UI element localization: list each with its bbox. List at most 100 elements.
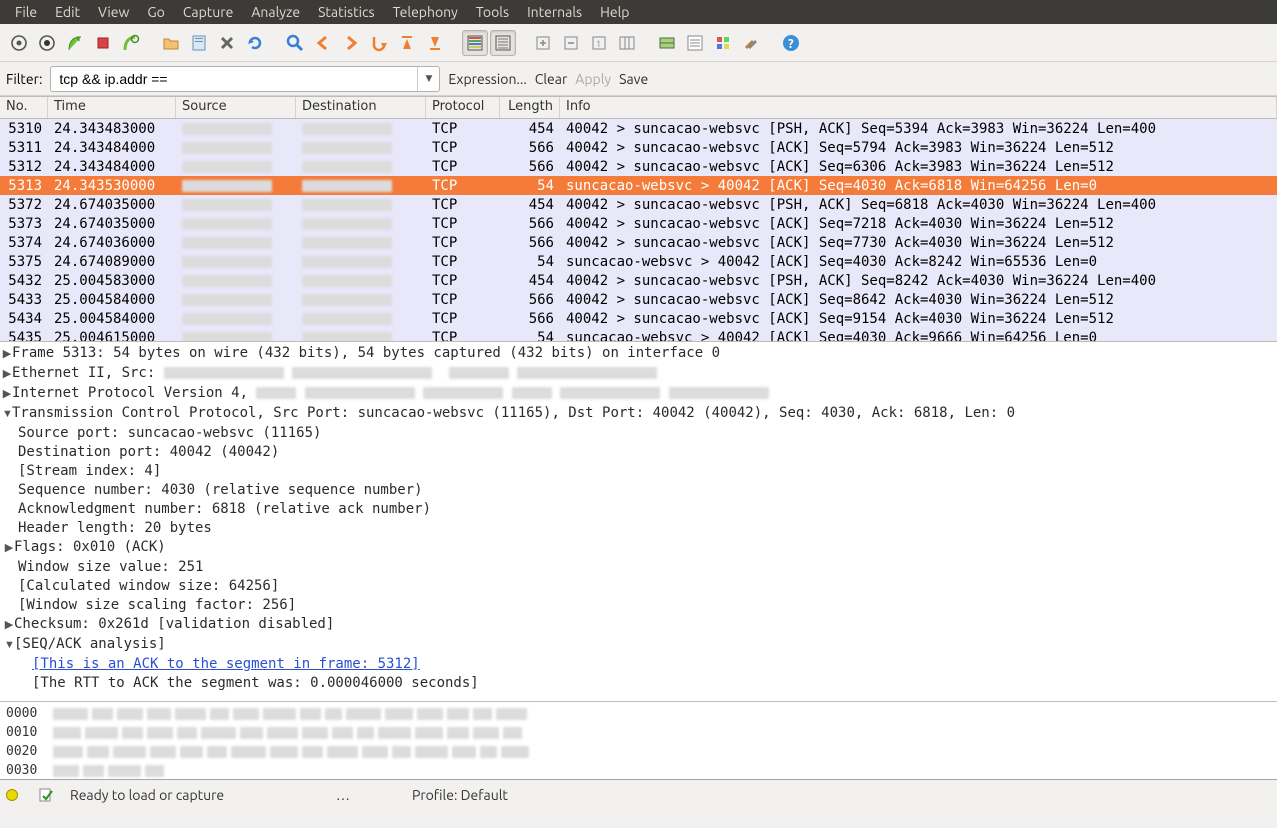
packet-list-pane: No. Time Source Destination Protocol Len… — [0, 96, 1277, 342]
menu-analyze[interactable]: Analyze — [242, 2, 309, 22]
menu-help[interactable]: Help — [591, 2, 638, 22]
filter-combo[interactable]: ▼ — [50, 66, 440, 92]
tree-detail[interactable]: [Stream index: 4] — [0, 462, 1277, 481]
auto-scroll-icon[interactable] — [490, 30, 516, 56]
zoom-reset-icon[interactable]: 1 — [586, 30, 612, 56]
tree-detail[interactable]: Destination port: 40042 (40042) — [0, 443, 1277, 462]
go-back-icon[interactable] — [310, 30, 336, 56]
tree-tcp[interactable]: ▼Transmission Control Protocol, Src Port… — [0, 404, 1277, 424]
packet-row[interactable]: 537324.674035000TCP56640042 > suncacao-w… — [0, 214, 1277, 233]
column-source[interactable]: Source — [176, 97, 296, 118]
tree-detail[interactable]: [Window size scaling factor: 256] — [0, 596, 1277, 615]
packet-row[interactable]: 531224.343484000TCP56640042 > suncacao-w… — [0, 157, 1277, 176]
column-info[interactable]: Info — [560, 97, 1277, 118]
column-no[interactable]: No. — [0, 97, 48, 118]
tree-detail[interactable]: [Calculated window size: 64256] — [0, 577, 1277, 596]
packet-row[interactable]: 537424.674036000TCP56640042 > suncacao-w… — [0, 233, 1277, 252]
capture-interfaces-icon[interactable] — [34, 30, 60, 56]
tree-detail[interactable]: Header length: 20 bytes — [0, 519, 1277, 538]
column-destination[interactable]: Destination — [296, 97, 426, 118]
menu-go[interactable]: Go — [138, 2, 173, 22]
bytes-line[interactable]: 0020 — [6, 742, 1271, 761]
column-protocol[interactable]: Protocol — [426, 97, 500, 118]
preferences-icon[interactable] — [738, 30, 764, 56]
filter-dropdown-button[interactable]: ▼ — [417, 67, 439, 91]
last-packet-icon[interactable] — [422, 30, 448, 56]
filter-label: Filter: — [6, 71, 42, 87]
packet-list-body[interactable]: 531024.343483000TCP45440042 > suncacao-w… — [0, 119, 1277, 342]
packet-row[interactable]: 531324.343530000TCP54suncacao-websvc > 4… — [0, 176, 1277, 195]
start-capture-icon[interactable] — [62, 30, 88, 56]
save-button[interactable]: Save — [619, 71, 648, 87]
go-forward-icon[interactable] — [338, 30, 364, 56]
packet-row[interactable]: 543325.004584000TCP56640042 > suncacao-w… — [0, 290, 1277, 309]
menu-internals[interactable]: Internals — [518, 2, 591, 22]
filter-input[interactable] — [51, 71, 417, 87]
tree-checksum[interactable]: ▶Checksum: 0x261d [validation disabled] — [0, 615, 1277, 635]
menu-edit[interactable]: Edit — [46, 2, 89, 22]
column-length[interactable]: Length — [500, 97, 560, 118]
resize-columns-icon[interactable] — [614, 30, 640, 56]
tree-detail[interactable]: Window size value: 251 — [0, 558, 1277, 577]
packet-row[interactable]: 543425.004584000TCP56640042 > suncacao-w… — [0, 309, 1277, 328]
clear-button[interactable]: Clear — [535, 71, 567, 87]
expert-info-led-icon[interactable] — [6, 789, 18, 801]
capture-filters-icon[interactable] — [654, 30, 680, 56]
packet-row[interactable]: 537524.674089000TCP54suncacao-websvc > 4… — [0, 252, 1277, 271]
menu-telephony[interactable]: Telephony — [384, 2, 467, 22]
packet-details-pane[interactable]: ▶Frame 5313: 54 bytes on wire (432 bits)… — [0, 342, 1277, 702]
tree-eth[interactable]: ▶Ethernet II, Src: — [0, 364, 1277, 384]
tree-ip[interactable]: ▶Internet Protocol Version 4, — [0, 384, 1277, 404]
tree-detail[interactable]: Acknowledgment number: 6818 (relative ac… — [0, 500, 1277, 519]
packet-row[interactable]: 537224.674035000TCP45440042 > suncacao-w… — [0, 195, 1277, 214]
tree-detail[interactable]: Sequence number: 4030 (relative sequence… — [0, 481, 1277, 500]
zoom-in-icon[interactable] — [530, 30, 556, 56]
display-filters-icon[interactable] — [682, 30, 708, 56]
menu-file[interactable]: File — [6, 2, 46, 22]
tree-seqack[interactable]: ▼[SEQ/ACK analysis] — [0, 635, 1277, 655]
status-profile-label[interactable]: Profile: Default — [412, 787, 508, 803]
main-toolbar: 1? — [0, 24, 1277, 62]
go-to-packet-icon[interactable] — [366, 30, 392, 56]
close-icon[interactable] — [214, 30, 240, 56]
colorize-icon[interactable] — [462, 30, 488, 56]
first-packet-icon[interactable] — [394, 30, 420, 56]
file-apply-icon[interactable] — [38, 787, 54, 803]
status-ellipsis[interactable]: … — [336, 787, 350, 803]
packet-bytes-pane[interactable]: 0000 0010 0020 0030 — [0, 702, 1277, 780]
help-icon[interactable]: ? — [778, 30, 804, 56]
column-time[interactable]: Time — [48, 97, 176, 118]
menubar: FileEditViewGoCaptureAnalyzeStatisticsTe… — [0, 0, 1277, 24]
menu-statistics[interactable]: Statistics — [309, 2, 383, 22]
find-icon[interactable] — [282, 30, 308, 56]
packet-row[interactable]: 531124.343484000TCP56640042 > suncacao-w… — [0, 138, 1277, 157]
packet-row[interactable]: 543525.004615000TCP54suncacao-websvc > 4… — [0, 328, 1277, 342]
tree-frame-label: Frame 5313: 54 bytes on wire (432 bits),… — [12, 345, 720, 361]
tree-flags[interactable]: ▶Flags: 0x010 (ACK) — [0, 538, 1277, 558]
tree-detail[interactable]: Source port: suncacao-websvc (11165) — [0, 424, 1277, 443]
bytes-line[interactable]: 0010 — [6, 723, 1271, 742]
menu-capture[interactable]: Capture — [174, 2, 243, 22]
reload-icon[interactable] — [242, 30, 268, 56]
menu-view[interactable]: View — [89, 2, 138, 22]
save-file-icon[interactable] — [186, 30, 212, 56]
packet-list-header[interactable]: No. Time Source Destination Protocol Len… — [0, 97, 1277, 119]
coloring-rules-icon[interactable] — [710, 30, 736, 56]
tree-frame[interactable]: ▶Frame 5313: 54 bytes on wire (432 bits)… — [0, 344, 1277, 364]
tree-ip-label: Internet Protocol Version 4, — [12, 385, 256, 401]
packet-row[interactable]: 531024.343483000TCP45440042 > suncacao-w… — [0, 119, 1277, 138]
restart-capture-icon[interactable] — [118, 30, 144, 56]
zoom-out-icon[interactable] — [558, 30, 584, 56]
expression-button[interactable]: Expression... — [448, 71, 526, 87]
stop-capture-icon[interactable] — [90, 30, 116, 56]
apply-button[interactable]: Apply — [575, 71, 611, 87]
open-file-icon[interactable] — [158, 30, 184, 56]
packet-row[interactable]: 543225.004583000TCP45440042 > suncacao-w… — [0, 271, 1277, 290]
tree-tcp-label: Transmission Control Protocol, Src Port:… — [12, 405, 1015, 421]
bytes-line[interactable]: 0030 — [6, 761, 1271, 780]
menu-tools[interactable]: Tools — [467, 2, 518, 22]
tree-eth-label: Ethernet II, Src: — [12, 365, 164, 381]
capture-options-icon[interactable] — [6, 30, 32, 56]
tree-ack-link[interactable]: [This is an ACK to the segment in frame:… — [0, 655, 1277, 674]
bytes-line[interactable]: 0000 — [6, 704, 1271, 723]
